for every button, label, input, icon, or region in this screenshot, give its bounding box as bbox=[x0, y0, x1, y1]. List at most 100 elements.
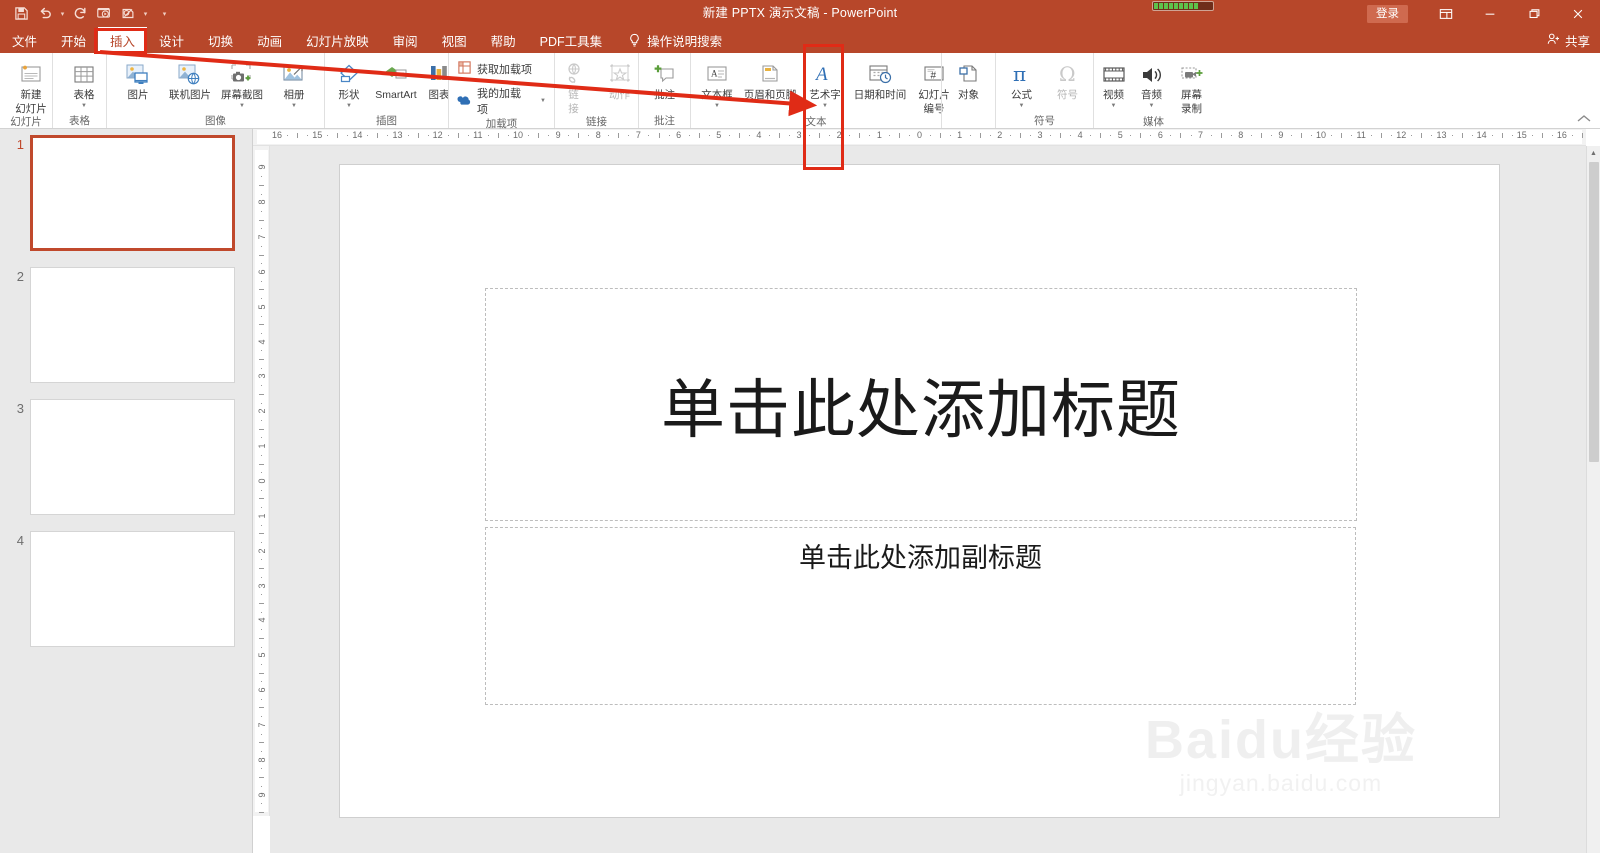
v-ruler-tick: 4 bbox=[256, 339, 267, 345]
ribbon-group-images-label: 图像 bbox=[205, 115, 226, 127]
text-box-button[interactable]: A 文本框 ▼ bbox=[696, 56, 738, 110]
h-ruler-minor-tick bbox=[628, 135, 630, 136]
h-ruler-minor-tick bbox=[728, 135, 730, 136]
share-button[interactable]: 共享 bbox=[1546, 27, 1590, 53]
h-ruler-minor-tick bbox=[327, 135, 329, 136]
collapse-ribbon-icon[interactable] bbox=[1576, 112, 1592, 126]
screenshot-button[interactable]: 屏幕截图 ▼ bbox=[216, 56, 268, 110]
new-slide-button[interactable]: 新建 幻灯片 bbox=[5, 56, 57, 115]
smartart-icon bbox=[382, 58, 410, 88]
v-ruler-tick: 9 bbox=[256, 164, 267, 170]
my-addins-dropdown-icon[interactable]: ▼ bbox=[540, 98, 546, 104]
get-addins-button[interactable]: 获取加载项 bbox=[457, 60, 546, 78]
slide-thumbnail-pane[interactable]: 1 2 3 4 bbox=[0, 129, 253, 853]
h-ruler-minor-tick bbox=[1341, 133, 1343, 138]
h-ruler-minor-tick bbox=[538, 133, 540, 138]
minimize-icon[interactable] bbox=[1468, 0, 1512, 27]
h-ruler-minor-tick bbox=[1100, 133, 1102, 138]
shapes-button[interactable]: 形状 ▼ bbox=[330, 56, 368, 110]
screenshot-dropdown-icon[interactable]: ▼ bbox=[239, 103, 245, 110]
tab-animations[interactable]: 动画 bbox=[245, 27, 294, 53]
vertical-scrollbar[interactable]: ▲ bbox=[1586, 146, 1600, 853]
slide-thumbnail-3[interactable] bbox=[30, 399, 235, 515]
photo-album-dropdown-icon[interactable]: ▼ bbox=[291, 103, 297, 110]
photo-album-button[interactable]: 相册 ▼ bbox=[268, 56, 320, 110]
thumbnail-number-4: 4 bbox=[16, 533, 24, 548]
subtitle-placeholder[interactable]: 单击此处添加副标题 bbox=[485, 527, 1356, 705]
scrollbar-thumb[interactable] bbox=[1589, 162, 1599, 462]
tell-me-search[interactable]: 操作说明搜索 bbox=[614, 27, 722, 53]
thumbnail-row-2[interactable]: 2 bbox=[0, 267, 253, 383]
tab-review[interactable]: 审阅 bbox=[381, 27, 430, 53]
tab-transitions[interactable]: 切换 bbox=[196, 27, 245, 53]
slide-thumbnail-1[interactable] bbox=[30, 135, 235, 251]
h-ruler-tick: 10 bbox=[512, 130, 523, 140]
thumbnail-row-4[interactable]: 4 bbox=[0, 531, 253, 647]
text-box-label: 文本框 bbox=[701, 89, 733, 101]
close-icon[interactable] bbox=[1556, 0, 1600, 27]
h-ruler-tick: 7 bbox=[1198, 130, 1204, 140]
vertical-ruler[interactable]: 9 8 7 6 5 4 3 2 1 0 1 2 3 4 5 6 7 8 9 bbox=[253, 146, 270, 816]
equation-dropdown-icon[interactable]: ▼ bbox=[1019, 103, 1025, 110]
table-button[interactable]: 表格 ▼ bbox=[58, 56, 110, 110]
shapes-dropdown-icon[interactable]: ▼ bbox=[346, 103, 352, 110]
screen-recording-label-line1: 屏幕 bbox=[1181, 89, 1202, 101]
screen-recording-button[interactable]: 屏幕 录制 bbox=[1171, 56, 1213, 115]
video-dropdown-icon[interactable]: ▼ bbox=[1111, 103, 1117, 110]
slide-thumbnail-4[interactable] bbox=[30, 531, 235, 647]
h-ruler-minor-tick bbox=[447, 135, 449, 136]
tab-view[interactable]: 视图 bbox=[430, 27, 479, 53]
slide-thumbnail-2[interactable] bbox=[30, 267, 235, 383]
h-ruler-minor-tick bbox=[1541, 133, 1543, 138]
v-ruler-minor-tick bbox=[261, 315, 262, 317]
h-ruler-tick: 6 bbox=[676, 130, 682, 140]
ribbon-group-text-label: 文本 bbox=[805, 116, 827, 128]
tab-insert[interactable]: 插入 bbox=[98, 27, 148, 53]
h-ruler-minor-tick bbox=[407, 135, 409, 136]
tab-help[interactable]: 帮助 bbox=[479, 27, 528, 53]
thumbnail-row-3[interactable]: 3 bbox=[0, 399, 253, 515]
equation-button[interactable]: π 公式 ▼ bbox=[999, 56, 1045, 110]
word-art-button[interactable]: A 艺术字 ▼ bbox=[802, 56, 848, 110]
horizontal-ruler[interactable]: 16 15 14 13 12 11 10 9 8 7 6 5 4 3 2 1 0 1 2 3 4 5 6 7 8 9 10 11 12 1… bbox=[253, 129, 1586, 146]
smartart-button[interactable]: SmartArt bbox=[368, 56, 424, 102]
my-addins-button[interactable]: 我的加载项 ▼ bbox=[457, 85, 546, 117]
svg-text:Ω: Ω bbox=[1059, 62, 1076, 86]
h-ruler-tick: 9 bbox=[1278, 130, 1284, 140]
sign-in-button[interactable]: 登录 bbox=[1367, 4, 1408, 23]
online-pictures-button[interactable]: 联机图片 bbox=[164, 56, 216, 102]
v-ruler-minor-tick bbox=[259, 533, 264, 535]
thumbnail-row-1[interactable]: 1 bbox=[0, 135, 253, 251]
tab-design[interactable]: 设计 bbox=[147, 27, 196, 53]
header-footer-button[interactable]: 页眉和页脚 bbox=[738, 56, 802, 102]
ribbon-group-tables-label: 表格 bbox=[69, 115, 90, 127]
tab-home[interactable]: 开始 bbox=[49, 27, 98, 53]
audio-button[interactable]: 音频 ▼ bbox=[1133, 56, 1171, 110]
title-placeholder[interactable]: 单击此处添加标题 bbox=[485, 288, 1357, 521]
date-time-button[interactable]: 日期和时间 bbox=[848, 56, 912, 102]
tab-pdf-toolkit[interactable]: PDF工具集 bbox=[528, 27, 615, 53]
new-comment-button[interactable]: 批注 bbox=[639, 56, 691, 102]
v-ruler-tick: 7 bbox=[256, 722, 267, 728]
restore-icon[interactable] bbox=[1512, 0, 1556, 27]
tab-file[interactable]: 文件 bbox=[0, 27, 49, 53]
ribbon-group-links: 链 接 动作 链接 bbox=[554, 53, 638, 128]
slide-canvas-area[interactable]: 单击此处添加标题 单击此处添加副标题 Baidu经验 jingyan.baidu… bbox=[270, 146, 1586, 853]
ribbon-display-options-icon[interactable] bbox=[1424, 0, 1468, 27]
h-ruler-minor-tick bbox=[1351, 135, 1353, 136]
object-button[interactable]: 对象 bbox=[943, 56, 995, 102]
slide-surface[interactable]: 单击此处添加标题 单击此处添加副标题 Baidu经验 jingyan.baidu… bbox=[340, 165, 1499, 817]
online-pictures-label: 联机图片 bbox=[169, 89, 211, 101]
word-art-dropdown-icon[interactable]: ▼ bbox=[822, 103, 828, 110]
audio-dropdown-icon[interactable]: ▼ bbox=[1149, 103, 1155, 110]
shapes-icon bbox=[336, 58, 362, 88]
pictures-button[interactable]: 图片 bbox=[112, 56, 164, 102]
video-button[interactable]: 视频 ▼ bbox=[1095, 56, 1133, 110]
scroll-up-icon[interactable]: ▲ bbox=[1587, 146, 1600, 160]
h-ruler-minor-tick bbox=[1411, 135, 1413, 136]
tab-slideshow[interactable]: 幻灯片放映 bbox=[294, 27, 381, 53]
text-box-dropdown-icon[interactable]: ▼ bbox=[714, 103, 720, 110]
ribbon-group-text: A 文本框 ▼ 页眉和页脚 A 艺术字 ▼ 日期和时间 # 幻灯片 编号 文本 bbox=[690, 53, 950, 128]
h-ruler-minor-tick bbox=[1190, 135, 1192, 136]
table-dropdown-icon[interactable]: ▼ bbox=[81, 103, 87, 110]
